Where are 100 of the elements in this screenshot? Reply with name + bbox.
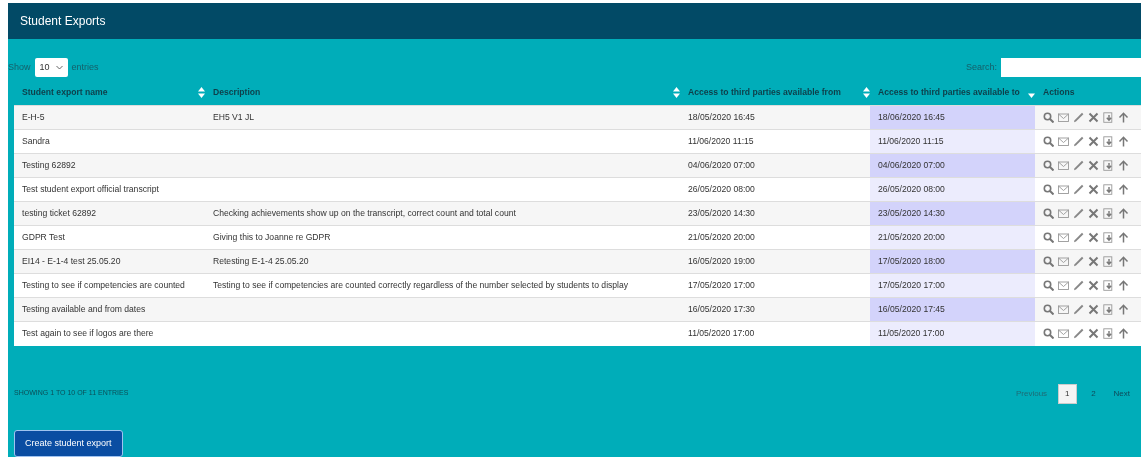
close-icon[interactable]: [1088, 136, 1099, 147]
table-cell: 26/05/2020 08:00: [878, 184, 945, 195]
import-icon[interactable]: [1103, 328, 1114, 340]
column-header[interactable]: Student export name: [22, 85, 108, 99]
column-header[interactable]: Actions: [1043, 85, 1075, 99]
close-icon[interactable]: [1088, 184, 1099, 195]
search-icon[interactable]: [1043, 328, 1054, 340]
entries-select[interactable]: 10: [34, 57, 68, 78]
close-icon[interactable]: [1088, 160, 1099, 171]
envelope-icon[interactable]: [1058, 280, 1069, 291]
chevron-icon: [55, 65, 63, 70]
import-icon[interactable]: [1103, 280, 1114, 291]
envelope-icon[interactable]: [1058, 328, 1069, 340]
sort-icon[interactable]: [198, 86, 205, 98]
up-arrow-icon[interactable]: [1118, 184, 1129, 195]
sort-icon[interactable]: [863, 86, 870, 98]
import-icon[interactable]: [1103, 256, 1114, 267]
table-cell: 23/05/2020 14:30: [878, 208, 945, 219]
search-icon[interactable]: [1043, 112, 1054, 123]
panel-title: Student Exports: [8, 3, 1141, 39]
up-arrow-icon[interactable]: [1118, 232, 1129, 243]
up-arrow-icon[interactable]: [1118, 136, 1129, 147]
close-icon[interactable]: [1088, 304, 1099, 315]
up-arrow-icon[interactable]: [1118, 328, 1129, 340]
pagination-link[interactable]: 2: [1084, 385, 1103, 402]
table-cell: Retesting E-1-4 25.05.20: [213, 256, 309, 267]
up-arrow-icon[interactable]: [1118, 304, 1129, 315]
search-icon[interactable]: [1043, 208, 1054, 219]
envelope-icon[interactable]: [1058, 232, 1069, 243]
pencil-icon[interactable]: [1073, 184, 1084, 195]
import-icon[interactable]: [1103, 112, 1114, 123]
table-cell: 16/05/2020 17:30: [688, 304, 755, 315]
import-icon[interactable]: [1103, 304, 1114, 315]
search-field[interactable]: [1001, 58, 1141, 77]
search-icon[interactable]: [1043, 184, 1054, 195]
table-cell: Sandra: [22, 136, 50, 147]
close-icon[interactable]: [1088, 112, 1099, 123]
up-arrow-icon[interactable]: [1118, 280, 1129, 291]
up-arrow-icon[interactable]: [1118, 160, 1129, 171]
search-icon[interactable]: [1043, 136, 1054, 147]
envelope-icon[interactable]: [1058, 136, 1069, 147]
search-icon[interactable]: [1043, 304, 1054, 315]
pencil-icon[interactable]: [1073, 256, 1084, 267]
import-icon[interactable]: [1103, 232, 1114, 243]
table-cell: Checking achievements show up on the transcript, correct count and total count: [213, 208, 516, 219]
envelope-icon[interactable]: [1058, 112, 1069, 123]
envelope-icon[interactable]: [1058, 160, 1069, 171]
table-cell: 11/05/2020 17:00: [688, 328, 755, 339]
search-label: Search:: [965, 60, 997, 74]
search-icon[interactable]: [1043, 280, 1054, 291]
up-arrow-icon[interactable]: [1118, 112, 1129, 123]
close-icon[interactable]: [1088, 232, 1099, 243]
table-cell: 17/05/2020 17:00: [688, 280, 755, 291]
table-cell: Testing 62892: [22, 160, 76, 171]
import-icon[interactable]: [1103, 160, 1114, 171]
table-cell: 18/06/2020 16:45: [878, 112, 945, 123]
table-cell: 26/05/2020 08:00: [688, 184, 755, 195]
table-cell: 21/05/2020 20:00: [878, 232, 945, 243]
search-icon[interactable]: [1043, 232, 1054, 243]
import-icon[interactable]: [1103, 136, 1114, 147]
pencil-icon[interactable]: [1073, 304, 1084, 315]
up-arrow-icon[interactable]: [1118, 256, 1129, 267]
pencil-icon[interactable]: [1073, 160, 1084, 171]
close-icon[interactable]: [1088, 208, 1099, 219]
pencil-icon[interactable]: [1073, 208, 1084, 219]
column-header[interactable]: Access to third parties available to: [878, 85, 1020, 99]
create-button[interactable]: Create student export: [14, 429, 123, 457]
table-cell: testing ticket 62892: [22, 208, 97, 219]
up-arrow-icon[interactable]: [1118, 208, 1129, 219]
import-icon[interactable]: [1103, 184, 1114, 195]
entries-label: entries: [71, 60, 99, 74]
pencil-icon[interactable]: [1073, 232, 1084, 243]
column-header[interactable]: Access to third parties available from: [688, 85, 841, 99]
close-icon[interactable]: [1088, 328, 1099, 340]
pencil-icon[interactable]: [1073, 328, 1084, 340]
pencil-icon[interactable]: [1073, 112, 1084, 123]
show-label: Show: [8, 60, 31, 74]
pencil-icon[interactable]: [1073, 136, 1084, 147]
table-cell: 04/06/2020 07:00: [688, 160, 755, 171]
envelope-icon[interactable]: [1058, 208, 1069, 219]
table-cell: GDPR Test: [22, 232, 65, 243]
envelope-icon[interactable]: [1058, 184, 1069, 195]
table-cell: EI14 - E-1-4 test 25.05.20: [22, 256, 121, 267]
pagination-link[interactable]: Next: [1110, 385, 1133, 402]
column-header[interactable]: Description: [213, 85, 261, 99]
search-icon[interactable]: [1043, 160, 1054, 171]
import-icon[interactable]: [1103, 208, 1114, 219]
envelope-icon[interactable]: [1058, 256, 1069, 267]
pagination-link[interactable]: 1: [1058, 383, 1077, 404]
close-icon[interactable]: [1088, 256, 1099, 267]
sort-icon[interactable]: [673, 86, 680, 98]
pencil-icon[interactable]: [1073, 280, 1084, 291]
table-cell: 17/05/2020 18:00: [878, 256, 945, 267]
table-cell: 23/05/2020 14:30: [688, 208, 755, 219]
close-icon[interactable]: [1088, 280, 1099, 291]
table-cell: 21/05/2020 20:00: [688, 232, 755, 243]
table-cell: EH5 V1 JL: [213, 112, 255, 123]
table-cell: Testing to see if competencies are counted: [22, 280, 185, 291]
search-icon[interactable]: [1043, 256, 1054, 267]
envelope-icon[interactable]: [1058, 304, 1069, 315]
